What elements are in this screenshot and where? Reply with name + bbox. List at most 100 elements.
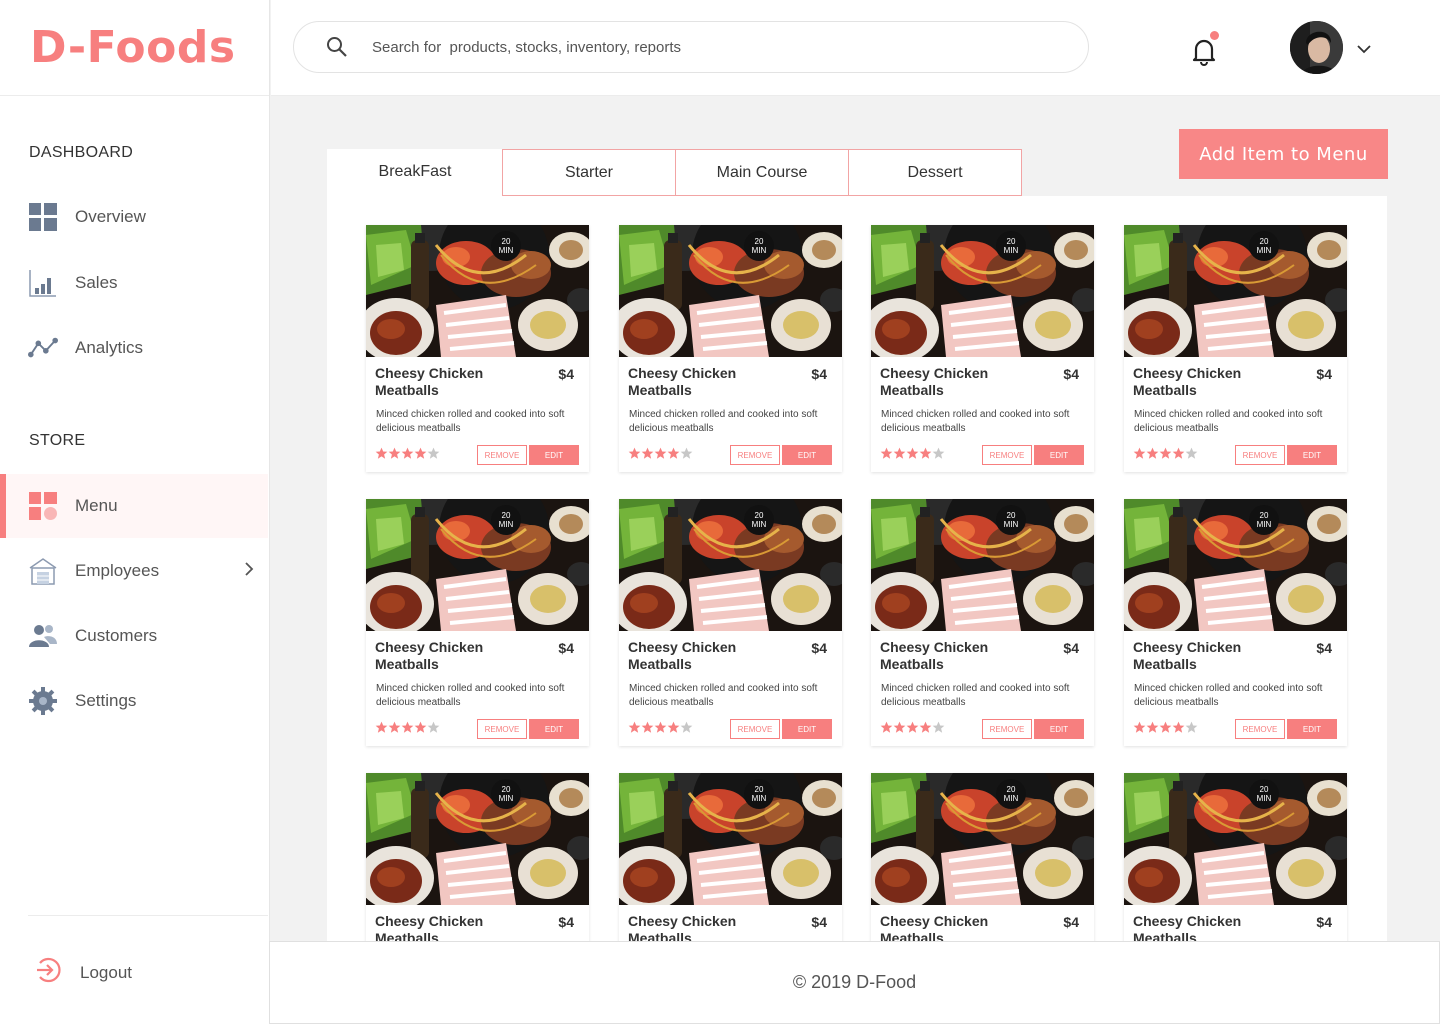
prep-time-unit: MIN [1003, 246, 1019, 255]
logout-button[interactable]: Logout [34, 955, 132, 990]
search-input[interactable] [372, 38, 972, 56]
food-image: 20 MIN [366, 499, 589, 631]
prep-time-badge: 20 MIN [744, 779, 774, 809]
remove-button[interactable]: REMOVE [477, 445, 527, 465]
sidebar-divider [28, 915, 268, 916]
edit-button[interactable]: EDIT [529, 445, 579, 465]
tab-breakfast[interactable]: BreakFast [327, 149, 503, 196]
prep-time-value: 20 [501, 785, 511, 794]
prep-time-value: 20 [1006, 785, 1016, 794]
sidebar-item-label: Analytics [75, 338, 144, 357]
star-icon [880, 447, 893, 459]
edit-button[interactable]: EDIT [1034, 719, 1084, 739]
remove-button[interactable]: REMOVE [730, 445, 780, 465]
top-header [271, 0, 1440, 96]
tab-starter[interactable]: Starter [502, 149, 676, 196]
star-icon [680, 721, 693, 733]
sidebar-item-menu[interactable]: Menu [0, 474, 268, 538]
star-icon [654, 721, 667, 733]
item-name: Cheesy Chicken Meatballs [628, 913, 737, 941]
star-icon [1159, 447, 1172, 459]
food-image: 20 MIN [871, 499, 1094, 631]
prep-time-badge: 20 MIN [491, 779, 521, 809]
food-image: 20 MIN [1124, 225, 1347, 357]
food-photo [619, 773, 842, 905]
food-image: 20 MIN [871, 225, 1094, 357]
menu-tiles-icon [28, 491, 58, 521]
prep-time-badge: 20 MIN [1249, 505, 1279, 535]
menu-item-card[interactable]: 20 MIN Cheesy Chicken Meatballs $4 Mince… [366, 499, 589, 746]
line-graph-icon [28, 333, 58, 363]
sidebar-item-label: Customers [75, 626, 158, 645]
edit-button[interactable]: EDIT [529, 719, 579, 739]
food-image: 20 MIN [619, 499, 842, 631]
sidebar-item-employees[interactable]: Employees [0, 539, 268, 603]
remove-button[interactable]: REMOVE [477, 719, 527, 739]
sidebar-item-overview[interactable]: Overview [0, 185, 268, 249]
prep-time-badge: 20 MIN [996, 779, 1026, 809]
food-photo [366, 773, 589, 905]
menu-item-card[interactable]: 20 MIN Cheesy Chicken Meatballs $4 Mince… [619, 773, 842, 941]
section-title-dashboard: DASHBOARD [29, 144, 134, 161]
search-icon[interactable] [326, 36, 348, 58]
item-price: $4 [1316, 640, 1332, 656]
food-image: 20 MIN [366, 225, 589, 357]
sidebar-item-analytics[interactable]: Analytics [0, 316, 268, 380]
brand-logo[interactable]: D-Foods [30, 22, 236, 73]
prep-time-badge: 20 MIN [996, 231, 1026, 261]
tab-main-course[interactable]: Main Course [675, 149, 849, 196]
item-name: Cheesy Chicken Meatballs [880, 639, 989, 672]
item-price: $4 [558, 366, 574, 382]
prep-time-value: 20 [501, 237, 511, 246]
menu-item-card[interactable]: 20 MIN Cheesy Chicken Meatballs $4 Mince… [1124, 773, 1347, 941]
remove-button[interactable]: REMOVE [982, 719, 1032, 739]
menu-item-card[interactable]: 20 MIN Cheesy Chicken Meatballs $4 Mince… [619, 499, 842, 746]
menu-item-card[interactable]: 20 MIN Cheesy Chicken Meatballs $4 Mince… [619, 225, 842, 472]
add-item-button[interactable]: Add Item to Menu [1179, 129, 1388, 179]
remove-button[interactable]: REMOVE [982, 445, 1032, 465]
rating-stars [628, 447, 693, 460]
tab-dessert[interactable]: Dessert [848, 149, 1022, 196]
remove-button[interactable]: REMOVE [1235, 719, 1285, 739]
star-icon [414, 721, 427, 733]
avatar[interactable] [1290, 21, 1343, 74]
remove-button[interactable]: REMOVE [730, 719, 780, 739]
search-bar[interactable] [293, 21, 1089, 73]
menu-item-card[interactable]: 20 MIN Cheesy Chicken Meatballs $4 Mince… [871, 225, 1094, 472]
menu-item-card[interactable]: 20 MIN Cheesy Chicken Meatballs $4 Mince… [1124, 225, 1347, 472]
edit-button[interactable]: EDIT [1287, 719, 1337, 739]
food-photo [871, 773, 1094, 905]
menu-item-card[interactable]: 20 MIN Cheesy Chicken Meatballs $4 Mince… [871, 499, 1094, 746]
menu-item-card[interactable]: 20 MIN Cheesy Chicken Meatballs $4 Mince… [366, 773, 589, 941]
item-description: Minced chicken rolled and cooked into so… [1134, 409, 1323, 434]
sidebar-item-customers[interactable]: Customers [0, 604, 268, 668]
edit-button[interactable]: EDIT [782, 719, 832, 739]
rating-stars [1133, 721, 1198, 734]
star-icon [641, 447, 654, 459]
sidebar-item-sales[interactable]: Sales [0, 251, 268, 315]
prep-time-unit: MIN [1256, 794, 1272, 803]
star-icon [893, 721, 906, 733]
star-icon [628, 721, 641, 733]
menu-item-card[interactable]: 20 MIN Cheesy Chicken Meatballs $4 Mince… [871, 773, 1094, 941]
prep-time-value: 20 [1259, 237, 1269, 246]
menu-item-card[interactable]: 20 MIN Cheesy Chicken Meatballs $4 Mince… [366, 225, 589, 472]
users-icon [28, 621, 58, 651]
edit-button[interactable]: EDIT [1034, 445, 1084, 465]
prep-time-badge: 20 MIN [491, 505, 521, 535]
food-photo [366, 225, 589, 357]
star-icon [932, 721, 945, 733]
chevron-down-icon[interactable] [1357, 41, 1371, 59]
edit-button[interactable]: EDIT [1287, 445, 1337, 465]
sidebar-item-settings[interactable]: Settings [0, 669, 268, 733]
logo-area: D-Foods [0, 0, 269, 96]
star-icon [1172, 447, 1185, 459]
item-description: Minced chicken rolled and cooked into so… [376, 683, 565, 708]
menu-item-card[interactable]: 20 MIN Cheesy Chicken Meatballs $4 Mince… [1124, 499, 1347, 746]
food-photo [366, 499, 589, 631]
prep-time-badge: 20 MIN [1249, 231, 1279, 261]
notification-bell-icon[interactable] [1191, 36, 1217, 66]
remove-button[interactable]: REMOVE [1235, 445, 1285, 465]
prep-time-value: 20 [754, 785, 764, 794]
edit-button[interactable]: EDIT [782, 445, 832, 465]
